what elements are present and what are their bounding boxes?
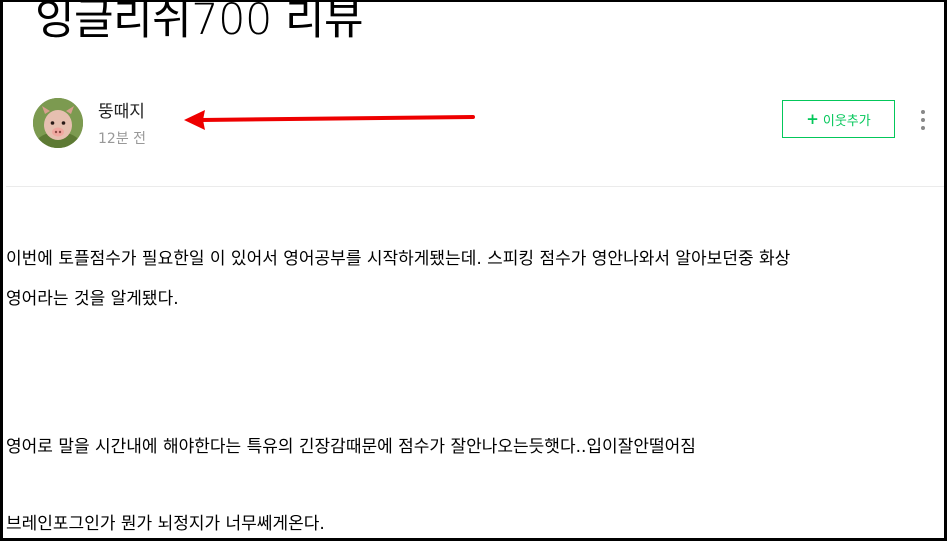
plus-icon: + [806, 109, 819, 128]
avatar[interactable] [33, 98, 83, 148]
screenshot-frame: 잉글리쉬700 리뷰 뚱때지 12분 전 + 이웃추가 이번에 토플점수가 필요… [0, 0, 947, 541]
add-neighbor-label: 이웃추가 [822, 113, 871, 129]
more-dots-icon [921, 126, 925, 130]
post-paragraph: 영어라는 것을 알게됐다. [6, 289, 179, 309]
add-neighbor-button[interactable]: + 이웃추가 [782, 100, 895, 138]
red-arrow-annotation-icon [184, 110, 475, 130]
post-timestamp: 12분 전 [98, 131, 147, 147]
author-name[interactable]: 뚱때지 [98, 97, 145, 122]
post-paragraph: 이번에 토플점수가 필요한일 이 있어서 영어공부를 시작하게됐는데. 스피킹 … [6, 249, 791, 269]
more-dots-icon [921, 118, 925, 122]
more-options-button[interactable] [911, 105, 935, 135]
post-paragraph: 브레인포그인가 뭔가 뇌정지가 너무쎄게온다. [6, 514, 325, 534]
post-title: 잉글리쉬700 리뷰 [35, 0, 364, 45]
piglet-avatar-icon [33, 98, 83, 148]
more-dots-icon [921, 110, 925, 114]
post-paragraph: 영어로 말을 시간내에 해야한다는 특유의 긴장감때문에 점수가 잘안나오는듯햇… [6, 437, 696, 457]
header-divider [6, 186, 944, 187]
